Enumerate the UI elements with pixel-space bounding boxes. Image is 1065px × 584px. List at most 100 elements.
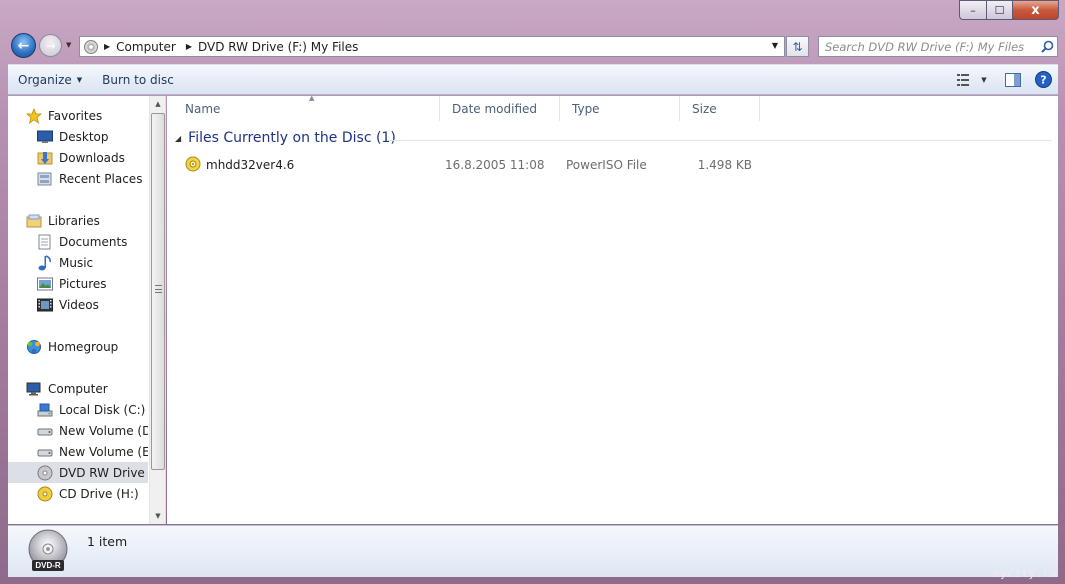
address-bar[interactable]: ▶ Computer ▶ DVD RW Drive (F:) My Files … bbox=[79, 36, 785, 57]
nav-item-label: Music bbox=[59, 255, 94, 270]
hard-drive-icon bbox=[37, 444, 53, 460]
column-label: Size bbox=[692, 101, 717, 116]
nav-computer[interactable]: Computer bbox=[8, 378, 148, 399]
search-input[interactable]: Search DVD RW Drive (F:) My Files bbox=[819, 40, 1037, 54]
dvd-r-disc-icon: DVD-R bbox=[26, 529, 70, 573]
view-controls: ▼ ? bbox=[952, 65, 1058, 94]
forward-button[interactable]: → bbox=[39, 34, 62, 57]
pictures-icon bbox=[37, 276, 53, 292]
file-list: Name ▲ Date modified Type Size ◢ Files C… bbox=[167, 94, 1058, 524]
collapse-group-icon[interactable]: ◢ bbox=[175, 134, 181, 143]
videos-icon bbox=[37, 297, 53, 313]
nav-item-dvd-rw-drive-f[interactable]: DVD RW Drive (F:) bbox=[8, 462, 148, 483]
nav-item-label: CD Drive (H:) bbox=[59, 486, 139, 501]
scroll-down-icon[interactable]: ▼ bbox=[150, 508, 165, 524]
change-view-button[interactable]: ▼ bbox=[952, 65, 992, 94]
file-date-modified: 16.8.2005 11:08 bbox=[445, 158, 545, 172]
nav-item-label: Pictures bbox=[59, 276, 107, 291]
system-drive-icon bbox=[37, 402, 53, 418]
scrollbar-thumb[interactable] bbox=[151, 113, 165, 470]
dvd-drive-icon bbox=[37, 465, 53, 481]
nav-item-label: Recent Places bbox=[59, 171, 143, 186]
scroll-up-icon[interactable]: ▲ bbox=[150, 96, 165, 112]
nav-homegroup[interactable]: Homegroup bbox=[8, 336, 148, 357]
column-label: Type bbox=[572, 101, 600, 116]
burn-to-disc-label: Burn to disc bbox=[102, 72, 174, 87]
breadcrumb-current-folder[interactable]: DVD RW Drive (F:) My Files bbox=[198, 40, 358, 54]
watermark: mycity.rs bbox=[992, 567, 1057, 580]
hard-drive-icon bbox=[37, 423, 53, 439]
table-row[interactable]: mhdd32ver4.6 16.8.2005 11:08 PowerISO Fi… bbox=[185, 155, 785, 175]
nav-item-downloads[interactable]: Downloads bbox=[8, 147, 148, 168]
group-title: Files Currently on the Disc (1) bbox=[188, 130, 396, 146]
help-icon: ? bbox=[1034, 71, 1052, 88]
minimize-button[interactable]: – bbox=[959, 0, 986, 20]
nav-item-label: Desktop bbox=[59, 129, 109, 144]
nav-item-local-disk-c[interactable]: Local Disk (C:) bbox=[8, 399, 148, 420]
sort-ascending-icon: ▲ bbox=[309, 94, 315, 102]
svg-text:?: ? bbox=[1040, 74, 1046, 87]
command-bar: Organize ▼ Burn to disc ▼ ? bbox=[8, 64, 1058, 95]
arrow-left-icon: ← bbox=[17, 37, 30, 54]
nav-item-label: New Volume (E:) bbox=[59, 444, 148, 459]
nav-item-videos[interactable]: Videos bbox=[8, 294, 148, 315]
burn-to-disc-button[interactable]: Burn to disc bbox=[92, 65, 184, 94]
caption-buttons: – ☐ x bbox=[959, 0, 1059, 20]
address-dropdown-icon[interactable]: ▼ bbox=[772, 41, 778, 50]
refresh-icon: ⇅ bbox=[792, 39, 803, 54]
back-button[interactable]: ← bbox=[11, 33, 36, 58]
file-name: mhdd32ver4.6 bbox=[206, 158, 295, 172]
file-size: 1.498 KB bbox=[697, 158, 752, 172]
documents-icon bbox=[37, 234, 53, 250]
chevron-right-icon[interactable]: ▶ bbox=[186, 42, 192, 51]
nav-item-label: Local Disk (C:) bbox=[59, 402, 146, 417]
column-header-name[interactable]: Name ▲ bbox=[173, 94, 440, 121]
nav-item-recent-places[interactable]: Recent Places bbox=[8, 168, 148, 189]
chevron-down-icon: ▼ bbox=[981, 75, 987, 84]
chevron-right-icon[interactable]: ▶ bbox=[104, 42, 110, 51]
nav-item-new-volume-d[interactable]: New Volume (D:) bbox=[8, 420, 148, 441]
recent-places-icon bbox=[37, 171, 53, 187]
help-button[interactable]: ? bbox=[1028, 65, 1058, 94]
nav-item-label: Videos bbox=[59, 297, 99, 312]
column-header-date-modified[interactable]: Date modified bbox=[440, 96, 560, 121]
details-view-icon bbox=[957, 73, 970, 86]
computer-icon bbox=[26, 381, 42, 397]
organize-button[interactable]: Organize ▼ bbox=[8, 65, 92, 94]
desktop-icon bbox=[37, 129, 53, 145]
recent-pages-dropdown[interactable]: ▼ bbox=[66, 41, 71, 49]
nav-item-desktop[interactable]: Desktop bbox=[8, 126, 148, 147]
nav-item-label: Downloads bbox=[59, 150, 125, 165]
nav-favorites-label: Favorites bbox=[48, 108, 103, 123]
nav-item-label: DVD RW Drive (F:) bbox=[59, 465, 148, 480]
close-button[interactable]: x bbox=[1012, 0, 1059, 20]
nav-item-new-volume-e[interactable]: New Volume (E:) bbox=[8, 441, 148, 462]
refresh-button[interactable]: ⇅ bbox=[786, 36, 809, 57]
cd-drive-icon bbox=[37, 486, 53, 502]
breadcrumb-computer[interactable]: Computer bbox=[116, 40, 176, 54]
search-box[interactable]: Search DVD RW Drive (F:) My Files bbox=[818, 36, 1058, 57]
chevron-down-icon: ▼ bbox=[76, 75, 83, 84]
group-header[interactable]: ◢ Files Currently on the Disc (1) bbox=[175, 130, 396, 146]
column-label: Date modified bbox=[452, 101, 538, 116]
column-header-type[interactable]: Type bbox=[560, 96, 680, 121]
nav-item-cd-drive-h[interactable]: CD Drive (H:) bbox=[8, 483, 148, 504]
file-type: PowerISO File bbox=[566, 158, 647, 172]
preview-pane-button[interactable] bbox=[998, 65, 1028, 94]
search-icon[interactable] bbox=[1037, 40, 1057, 53]
disc-label: DVD-R bbox=[35, 561, 61, 570]
nav-favorites[interactable]: Favorites bbox=[8, 105, 148, 126]
grip-icon bbox=[155, 285, 162, 293]
column-header-size[interactable]: Size bbox=[680, 96, 760, 121]
nav-item-documents[interactable]: Documents bbox=[8, 231, 148, 252]
nav-homegroup-label: Homegroup bbox=[48, 339, 119, 354]
nav-item-label: Documents bbox=[59, 234, 128, 249]
nav-libraries[interactable]: Libraries bbox=[8, 210, 148, 231]
disc-icon bbox=[84, 39, 98, 54]
nav-item-pictures[interactable]: Pictures bbox=[8, 273, 148, 294]
nav-item-music[interactable]: Music bbox=[8, 252, 148, 273]
explorer-window: – ☐ x ← → ▼ ▶ Computer ▶ DVD RW Drive (F… bbox=[0, 0, 1065, 584]
maximize-button[interactable]: ☐ bbox=[986, 0, 1012, 20]
navigation-scrollbar[interactable]: ▲ ▼ bbox=[149, 96, 165, 524]
poweriso-file-icon bbox=[185, 156, 201, 172]
